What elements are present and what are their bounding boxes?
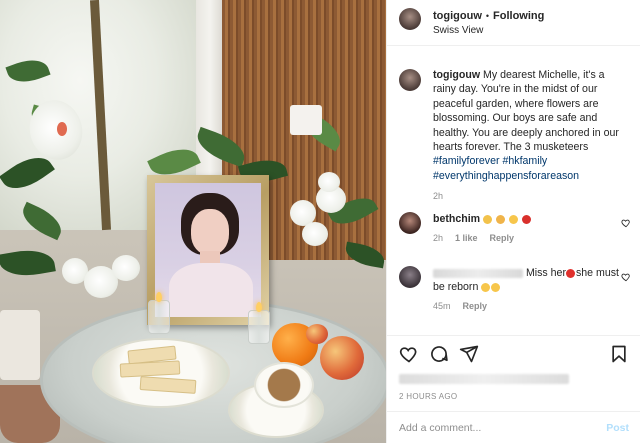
- comment-likes[interactable]: 1 like: [455, 231, 478, 245]
- hashtag-link[interactable]: #everythinghappensforareason: [433, 170, 579, 182]
- comment-meta: 2h 1 like Reply: [433, 231, 631, 245]
- comment-time: 2h: [433, 233, 444, 243]
- location-link[interactable]: Swiss View: [433, 25, 544, 36]
- separator-dot: •: [485, 11, 490, 21]
- flower-pot: [290, 105, 322, 135]
- avatar[interactable]: [399, 266, 421, 288]
- smiling-face-hearts-icon: [491, 282, 501, 292]
- blurred-likes: [399, 374, 569, 384]
- bookmark-icon[interactable]: [609, 344, 629, 364]
- post-header: togigouw • Following Swiss View: [387, 0, 640, 46]
- lily-center: [57, 122, 67, 136]
- hashtag-link[interactable]: #hkfamily: [502, 155, 547, 167]
- caption-text: My dearest Michelle, it's a rainy day. Y…: [433, 69, 619, 154]
- comment-icon[interactable]: [429, 344, 449, 364]
- portrait-dress: [169, 263, 253, 317]
- add-comment-input[interactable]: [399, 421, 607, 434]
- post-photo[interactable]: [0, 0, 386, 443]
- username-link[interactable]: togigouw: [433, 10, 482, 22]
- comment: Miss her she must be reborn 45m Reply: [399, 266, 631, 313]
- white-rose: [318, 172, 340, 192]
- comment-meta: 45m Reply: [433, 299, 631, 313]
- action-icons: [399, 344, 629, 364]
- candle-flame: [156, 292, 162, 302]
- following-button[interactable]: Following: [493, 10, 544, 22]
- reply-button[interactable]: Reply: [463, 299, 488, 313]
- flexed-biceps-icon: [496, 214, 505, 224]
- comment-time: 45m: [433, 301, 451, 311]
- avatar[interactable]: [399, 212, 421, 234]
- comment-body: Miss her she must be reborn 45m Reply: [433, 266, 631, 313]
- rose-icon: [521, 214, 531, 224]
- post-actions: 2 HOURS AGO: [387, 335, 640, 401]
- plant-pot-white: [0, 310, 40, 380]
- comment-body: bethchim 2h 1 like Reply: [433, 212, 631, 245]
- candle: [148, 300, 170, 334]
- like-comment-heart-icon[interactable]: [621, 272, 631, 282]
- apple: [320, 336, 364, 380]
- tea-cup: [254, 362, 314, 408]
- post-time: 2 HOURS AGO: [399, 392, 458, 401]
- portrait-face: [191, 209, 229, 255]
- smiling-face-hearts-icon: [481, 282, 491, 292]
- caption-time: 2h: [433, 191, 444, 202]
- share-icon[interactable]: [459, 344, 479, 364]
- avatar[interactable]: [399, 69, 421, 91]
- comment: bethchim 2h 1 like Reply: [399, 212, 631, 245]
- header-text: togigouw • Following Swiss View: [433, 8, 544, 36]
- caption-username[interactable]: togigouw: [433, 69, 480, 81]
- avatar[interactable]: [399, 8, 421, 30]
- like-comment-heart-icon[interactable]: [621, 218, 631, 228]
- comment-username[interactable]: bethchim: [433, 213, 480, 225]
- caption-body: togigouw My dearest Michelle, it's a rai…: [433, 68, 628, 204]
- comment-text: Miss her: [525, 267, 566, 279]
- white-rose: [302, 222, 328, 246]
- heart-eyes-icon: [508, 214, 518, 224]
- leaf: [0, 245, 56, 281]
- blurred-username: [433, 268, 523, 278]
- candle: [248, 310, 270, 344]
- hashtag-link[interactable]: #familyforever: [433, 155, 500, 167]
- candle-flame: [256, 302, 262, 312]
- header-line: togigouw • Following: [433, 10, 544, 22]
- red-heart-icon: [565, 268, 575, 278]
- reply-button[interactable]: Reply: [490, 231, 515, 245]
- white-rose: [112, 255, 140, 281]
- heart-icon[interactable]: [399, 344, 419, 364]
- post-button[interactable]: Post: [606, 422, 629, 434]
- portrait: [155, 183, 261, 317]
- apple: [306, 324, 328, 344]
- praying-hands-icon: [483, 214, 493, 224]
- add-comment-row: Post: [387, 411, 640, 443]
- caption: togigouw My dearest Michelle, it's a rai…: [387, 46, 640, 204]
- post-panel: togigouw • Following Swiss View togigouw…: [386, 0, 640, 443]
